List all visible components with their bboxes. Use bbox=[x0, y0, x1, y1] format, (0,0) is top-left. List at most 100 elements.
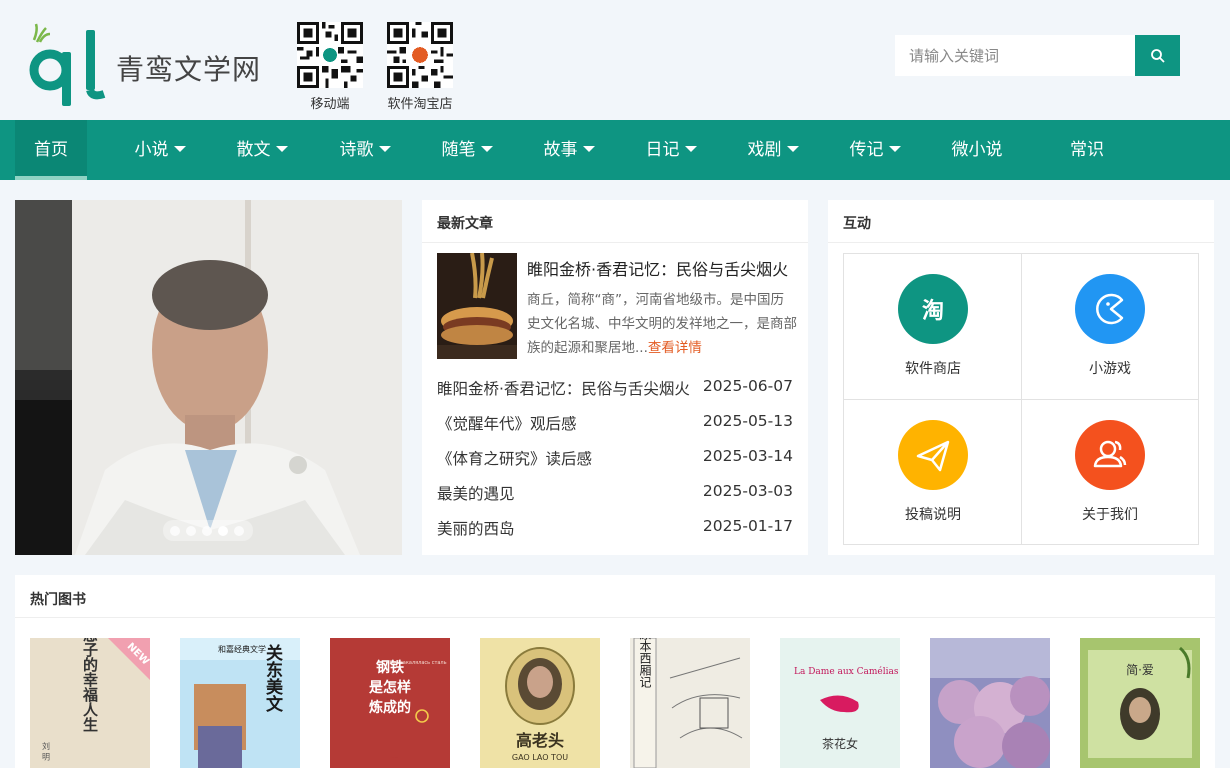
nav-item-home[interactable]: 首页 bbox=[15, 120, 87, 180]
caret-down-icon bbox=[173, 145, 186, 152]
divider bbox=[422, 242, 808, 243]
caret-down-icon bbox=[378, 145, 391, 152]
read-more-link[interactable]: 查看详情 bbox=[648, 340, 702, 356]
book-cover[interactable]: 高老头 GAO LAO TOU bbox=[480, 638, 600, 768]
nav-item-micro-novel[interactable]: 微小说 bbox=[937, 120, 1017, 180]
article-row[interactable]: 最美的遇见 2025-03-03 bbox=[437, 482, 793, 512]
divider bbox=[15, 617, 1215, 618]
book-cover[interactable]: 钢铁 是怎样 炼成的 Kak закалялась сталь 钢铁是怎样炼成的 bbox=[330, 638, 450, 768]
article-title[interactable]: 美丽的西岛 bbox=[437, 517, 515, 539]
divider bbox=[828, 242, 1214, 243]
cell-label: 投稿说明 bbox=[905, 507, 961, 523]
featured-article-desc: 商丘，简称“商”，河南省地级市。是中国历史文化名城、中华文明的发祥地之一，是商部… bbox=[527, 292, 797, 356]
book-title: 原本西厢记 bbox=[638, 638, 652, 688]
nav-item-drama[interactable]: 戏剧 bbox=[733, 120, 813, 180]
caret-down-icon bbox=[786, 145, 799, 152]
article-date: 2025-03-14 bbox=[702, 447, 793, 465]
search-input[interactable] bbox=[895, 35, 1135, 76]
slider-dot[interactable] bbox=[170, 526, 180, 536]
book-subtitle: GAO LAO TOU bbox=[512, 753, 568, 762]
search-button[interactable] bbox=[1135, 35, 1180, 76]
qr-code-mobile bbox=[297, 22, 363, 88]
qr-taobao-label: 软件淘宝店 bbox=[387, 97, 453, 112]
cell-label: 关于我们 bbox=[1082, 507, 1138, 523]
article-date: 2025-03-03 bbox=[702, 482, 793, 500]
site-header: 青鸾文学网 移动端 软件淘宝店 请输入关键词 bbox=[0, 0, 1230, 120]
featured-article-title[interactable]: 睢阳金桥·香君记忆：民俗与舌尖烟火 bbox=[527, 256, 788, 280]
nav-item-knowledge[interactable]: 常识 bbox=[1047, 120, 1127, 180]
slider-dot[interactable] bbox=[234, 526, 244, 536]
book-title: 简·爱 bbox=[1126, 663, 1154, 677]
banner-slider[interactable] bbox=[15, 200, 402, 555]
slider-dot[interactable] bbox=[186, 526, 196, 536]
panel-title: 热门图书 bbox=[30, 592, 86, 608]
nav-item-biography[interactable]: 传记 bbox=[835, 120, 915, 180]
article-date: 2025-05-13 bbox=[702, 412, 793, 430]
main-nav: 首页 小说 散文 诗歌 随笔 故事 日记 戏剧 传记 微小说 常识 bbox=[0, 120, 1230, 180]
caret-down-icon bbox=[888, 145, 901, 152]
panel-title: 最新文章 bbox=[437, 216, 493, 232]
game-icon bbox=[1075, 274, 1145, 344]
caret-down-icon bbox=[684, 145, 697, 152]
site-name: 青鸾文学网 bbox=[116, 53, 262, 86]
about-us-link[interactable]: 关于我们 bbox=[1021, 400, 1199, 546]
caret-down-icon bbox=[582, 145, 595, 152]
panel-title: 互动 bbox=[843, 216, 871, 232]
caret-down-icon bbox=[275, 145, 288, 152]
search-icon bbox=[1150, 48, 1165, 63]
nav-item-story[interactable]: 故事 bbox=[529, 120, 609, 180]
qr-code-taobao bbox=[387, 22, 453, 88]
svg-text:是怎样: 是怎样 bbox=[369, 679, 411, 696]
submission-guide-link[interactable]: 投稿说明 bbox=[844, 400, 1022, 546]
latest-articles-panel: 最新文章 睢阳金桥·香君记忆：民俗与舌尖烟火 商丘，简称“商”，河南省地级市。是… bbox=[422, 200, 808, 555]
featured-article-image[interactable] bbox=[437, 253, 517, 359]
svg-text:炼成的: 炼成的 bbox=[369, 699, 411, 716]
article-date: 2025-01-17 bbox=[702, 517, 793, 535]
slider-dot[interactable] bbox=[202, 526, 212, 536]
book-subtitle: La Dame aux Camélias bbox=[794, 666, 899, 677]
book-cover[interactable]: 原本西厢记 bbox=[630, 638, 750, 768]
book-cover[interactable]: 简·爱 bbox=[1080, 638, 1200, 768]
nav-item-novel[interactable]: 小说 bbox=[120, 120, 200, 180]
book-title: 茶花女 bbox=[822, 736, 858, 751]
software-store-link[interactable]: 淘 软件商店 bbox=[844, 254, 1022, 400]
paper-plane-icon bbox=[898, 420, 968, 490]
book-subtitle: Kak закалялась сталь bbox=[389, 660, 446, 666]
article-title[interactable]: 睢阳金桥·香君记忆：民俗与舌尖烟火 bbox=[437, 377, 690, 399]
book-publisher: 和嘉经典文学 bbox=[218, 644, 266, 654]
book-title: 高老头 bbox=[516, 731, 564, 750]
slider-dot-active[interactable] bbox=[218, 526, 228, 536]
book-cover[interactable]: 和嘉经典文学 关东美文 bbox=[180, 638, 300, 768]
book-cover[interactable]: La Dame aux Camélias 茶花女 bbox=[780, 638, 900, 768]
interact-panel: 互动 淘 软件商店 小游戏 投稿说明 关于我们 bbox=[828, 200, 1214, 555]
nav-item-diary[interactable]: 日记 bbox=[631, 120, 711, 180]
article-title[interactable]: 《觉醒年代》观后感 bbox=[437, 412, 577, 434]
article-row[interactable]: 《体育之研究》读后感 2025-03-14 bbox=[437, 447, 793, 477]
article-row[interactable]: 睢阳金桥·香君记忆：民俗与舌尖烟火 2025-06-07 bbox=[437, 377, 793, 407]
nav-item-essay[interactable]: 随笔 bbox=[427, 120, 507, 180]
interact-grid: 淘 软件商店 小游戏 投稿说明 关于我们 bbox=[843, 253, 1199, 545]
article-row[interactable]: 《觉醒年代》观后感 2025-05-13 bbox=[437, 412, 793, 442]
article-row[interactable]: 美丽的西岛 2025-01-17 bbox=[437, 517, 793, 547]
book-title: 老憨子的幸福人生 bbox=[81, 638, 99, 732]
cell-label: 小游戏 bbox=[1089, 361, 1131, 377]
qr-mobile-label: 移动端 bbox=[310, 97, 350, 112]
book-cover[interactable]: NEW 老憨子的幸福人生 刘 明 bbox=[30, 638, 150, 768]
article-title[interactable]: 《体育之研究》读后感 bbox=[437, 447, 592, 469]
nav-item-prose[interactable]: 散文 bbox=[222, 120, 302, 180]
article-date: 2025-06-07 bbox=[702, 377, 793, 395]
book-title: 关东美文 bbox=[262, 643, 283, 713]
caret-down-icon bbox=[480, 145, 493, 152]
book-author: 刘 明 bbox=[42, 741, 51, 762]
users-icon bbox=[1075, 420, 1145, 490]
svg-text:淘: 淘 bbox=[922, 298, 944, 324]
site-logo[interactable] bbox=[28, 22, 106, 106]
nav-item-poetry[interactable]: 诗歌 bbox=[325, 120, 405, 180]
taobao-icon: 淘 bbox=[898, 274, 968, 344]
cell-label: 软件商店 bbox=[905, 361, 961, 377]
book-cover[interactable] bbox=[930, 638, 1050, 768]
slider-pagination bbox=[163, 520, 253, 541]
mini-game-link[interactable]: 小游戏 bbox=[1021, 254, 1199, 400]
article-title[interactable]: 最美的遇见 bbox=[437, 482, 515, 504]
banner-image bbox=[15, 200, 402, 555]
